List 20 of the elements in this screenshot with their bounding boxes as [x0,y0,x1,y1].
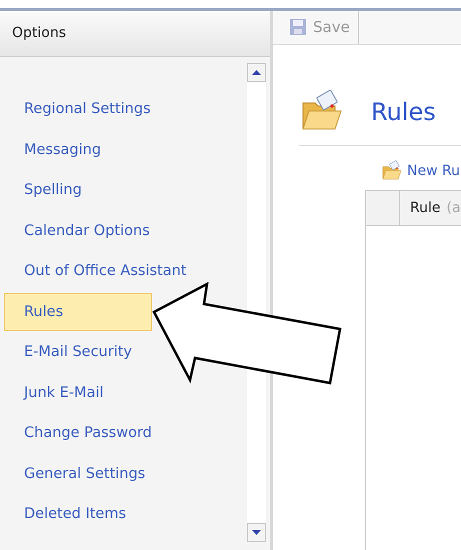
sidebar-item[interactable]: Spelling [4,171,89,209]
sidebar-item[interactable]: Messaging [4,130,108,168]
new-rule-link[interactable]: New Ru [381,160,461,182]
sidebar-item[interactable]: Out of Office Assistant [4,252,194,290]
sidebar-item[interactable]: Calendar Options [4,212,157,250]
sidebar-item[interactable]: Change Password [4,414,159,452]
page-title: Rules [371,98,436,126]
sidebar-item[interactable]: Junk E-Mail [4,374,111,412]
header-hint: (a [446,200,461,216]
sidebar-item[interactable]: Regional Settings [4,90,158,128]
sidebar-item[interactable]: General Settings [4,454,152,492]
sidebar-item[interactable]: E-Mail Security [4,333,139,371]
sidebar-item[interactable]: Rules [4,292,152,330]
scroll-up-icon[interactable] [252,70,261,75]
panel-title: Options [0,10,270,57]
sidebar-item[interactable]: Deleted Items [4,495,134,533]
scroll-down-icon[interactable] [252,530,261,535]
header-label: Rule [410,200,440,216]
link-text[interactable]: New Ru [407,163,460,179]
folder-icon [381,160,403,182]
